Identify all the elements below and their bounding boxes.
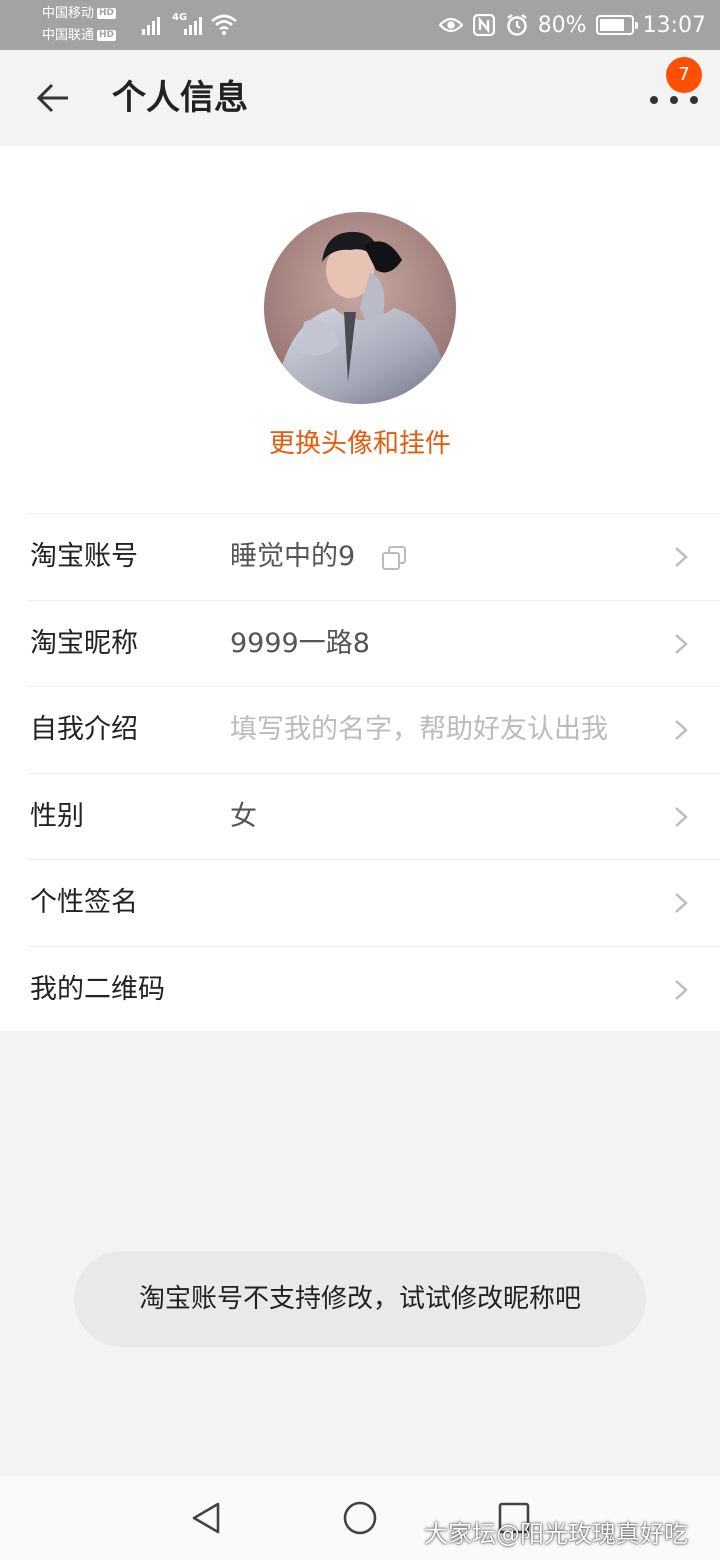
hd-badge: HD — [97, 8, 117, 19]
battery-percent: 80% — [537, 12, 587, 38]
row-label: 性别 — [30, 800, 84, 832]
row-label: 自我介绍 — [30, 714, 138, 745]
chevron-right-icon — [675, 806, 688, 827]
row-label: 个性签名 — [30, 887, 138, 918]
alarm-icon — [505, 13, 529, 37]
change-avatar-link[interactable]: 更换头像和挂件 — [0, 424, 720, 464]
row-label: 淘宝昵称 — [30, 627, 138, 659]
chevron-right-icon — [675, 893, 688, 913]
carrier-1: 中国移动 HD — [42, 6, 117, 21]
chevron-right-icon — [675, 633, 688, 654]
row-gender[interactable]: 性别 女 — [28, 772, 720, 860]
battery-icon — [595, 15, 638, 35]
watermark: 大家坛@阳光玫瑰真好吃 — [424, 1520, 688, 1548]
more-dot-icon — [670, 96, 678, 104]
signal-icon — [142, 13, 160, 35]
page-title: 个人信息 — [112, 78, 248, 118]
triangle-back-icon — [192, 1502, 220, 1534]
row-value: 睡觉中的9 — [230, 541, 356, 572]
profile-card: 更换头像和挂件 淘宝账号 睡觉中的9 淘宝昵称 9999一路8 自我介绍 填写我… — [0, 146, 720, 1031]
hd-badge: HD — [97, 30, 117, 41]
row-self-intro[interactable]: 自我介绍 填写我的名字，帮助好友认出我 — [28, 686, 720, 773]
avatar[interactable] — [264, 212, 456, 404]
toast-message: 淘宝账号不支持修改，试试修改昵称吧 — [74, 1251, 646, 1347]
row-placeholder: 填写我的名字，帮助好友认出我 — [230, 714, 608, 745]
row-label: 淘宝账号 — [30, 541, 138, 572]
back-button[interactable] — [28, 78, 76, 118]
carrier-2: 中国联通 HD — [42, 28, 117, 43]
avatar-image — [264, 212, 456, 404]
chevron-right-icon — [675, 547, 688, 567]
app-header: 个人信息 — [0, 50, 720, 146]
more-dot-icon — [690, 96, 698, 104]
eye-icon — [438, 13, 463, 37]
status-right: 80% 13:07 — [438, 0, 706, 50]
nav-back-button[interactable] — [186, 1498, 226, 1538]
row-value: 9999一路8 — [230, 627, 370, 659]
clock: 13:07 — [642, 12, 706, 38]
row-taobao-account[interactable]: 淘宝账号 睡觉中的9 — [28, 513, 720, 600]
nav-home-button[interactable] — [340, 1498, 380, 1538]
row-qr-code[interactable]: 我的二维码 — [28, 945, 720, 1033]
wifi-icon — [210, 12, 238, 40]
signal-icon-2 — [184, 13, 202, 35]
notification-badge: 7 — [666, 57, 702, 93]
status-bar: 中国移动 HD 中国联通 HD 4G 80% 13:07 — [0, 0, 720, 50]
arrow-left-icon — [36, 83, 68, 113]
info-list: 淘宝账号 睡觉中的9 淘宝昵称 9999一路8 自我介绍 填写我的名字，帮助好友… — [0, 513, 720, 1032]
chevron-right-icon — [675, 979, 688, 1000]
chevron-right-icon — [675, 720, 688, 740]
nfc-icon — [472, 13, 496, 37]
row-nickname[interactable]: 淘宝昵称 9999一路8 — [28, 599, 720, 687]
row-value: 女 — [230, 800, 257, 832]
row-label: 我的二维码 — [30, 973, 165, 1005]
row-signature[interactable]: 个性签名 — [28, 859, 720, 946]
copy-icon[interactable] — [380, 544, 408, 572]
more-dot-icon — [650, 96, 658, 104]
circle-home-icon — [343, 1501, 377, 1535]
